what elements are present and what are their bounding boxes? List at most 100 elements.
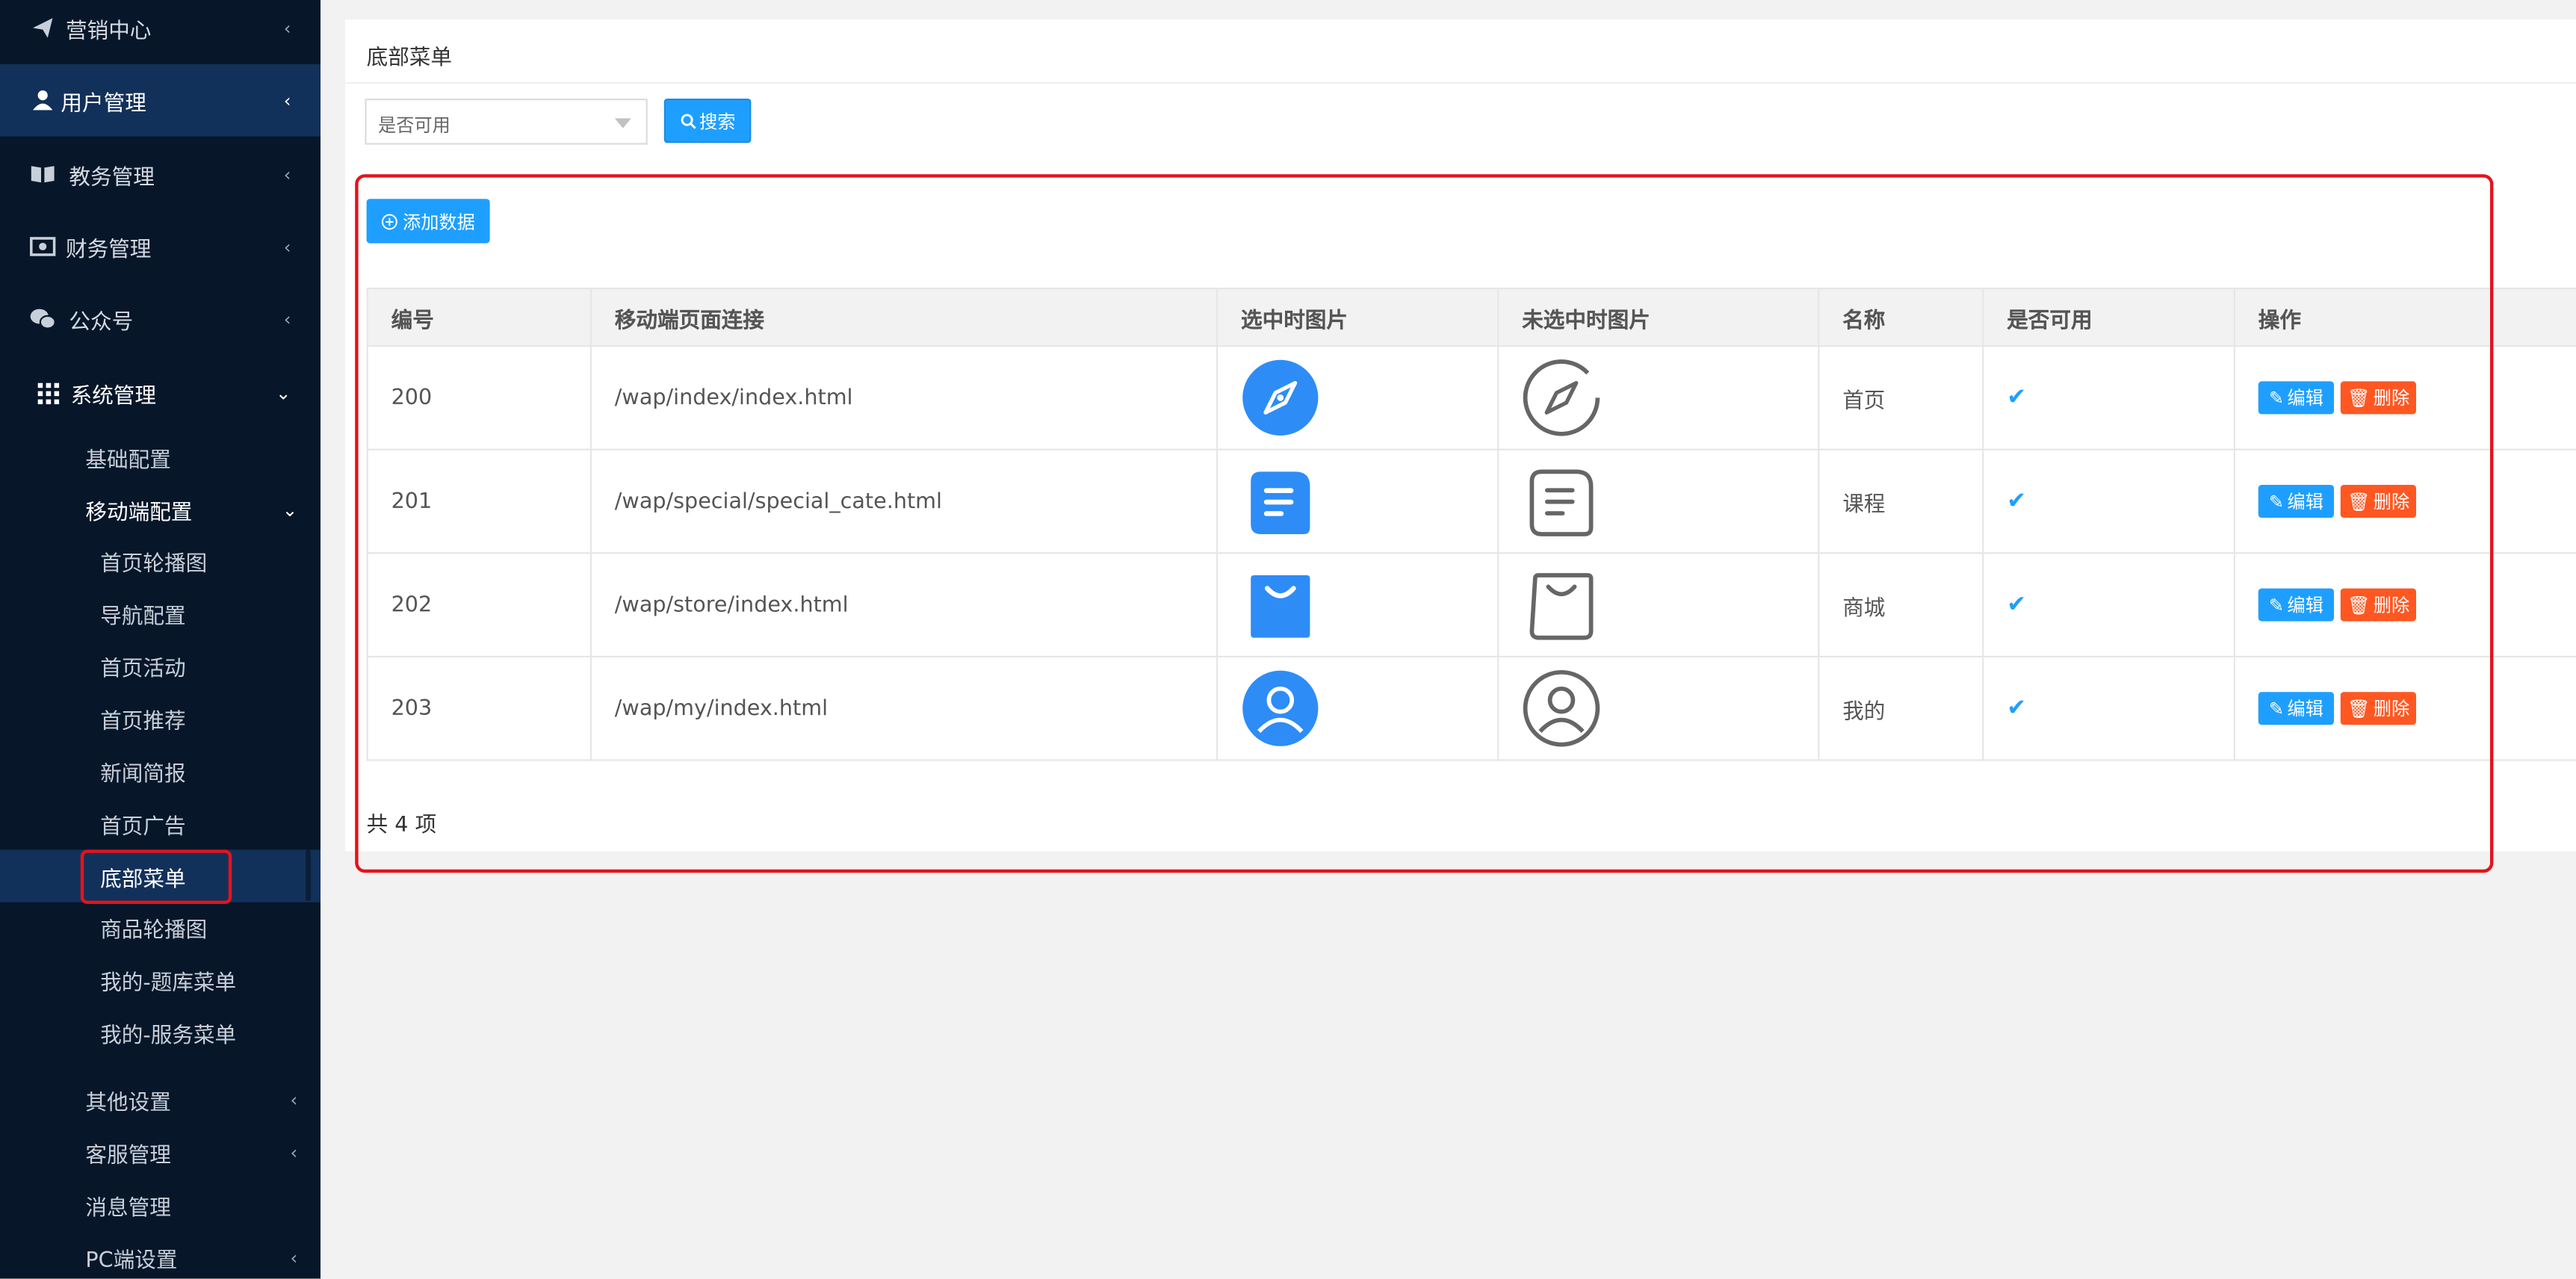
cell-name: 我的 — [1818, 655, 1984, 761]
sidebar-item-marketing[interactable]: 营销中心 ‹ — [0, 0, 321, 64]
table-row: 202 /wap/store/index.html 商城 ✔ ✎ 编辑 🗑 删除 — [366, 552, 2576, 658]
sidebar-leaf-news[interactable]: 新闻简报 — [0, 745, 321, 797]
wechat-icon — [30, 306, 56, 332]
col-header-name: 名称 — [1818, 288, 1984, 347]
sidebar-item-system[interactable]: 系统管理 ⌄ — [0, 356, 321, 429]
user-outline-icon — [1523, 669, 1600, 747]
highlight-box-sidebar — [80, 849, 232, 904]
cell-name: 商城 — [1818, 552, 1984, 658]
search-button[interactable]: 搜索 — [663, 99, 752, 143]
sidebar-item-customer-service[interactable]: 客服管理 ‹ — [0, 1127, 321, 1177]
edit-button[interactable]: ✎ 编辑 — [2258, 692, 2334, 725]
sidebar-item-pc-settings[interactable]: PC端设置 ‹ — [0, 1233, 321, 1279]
user-icon — [30, 87, 56, 114]
cell-link: /wap/index/index.html — [589, 345, 1219, 450]
sidebar-item-basic-config[interactable]: 基础配置 — [0, 433, 321, 482]
sidebar-item-wechat[interactable]: 公众号 ‹ — [0, 282, 321, 355]
chevron-left-icon: ‹ — [290, 1246, 298, 1269]
add-data-button[interactable]: 添加数据 — [366, 199, 490, 244]
col-header-link: 移动端页面连接 — [589, 288, 1219, 347]
chevron-left-icon: ‹ — [283, 235, 291, 258]
pencil-icon: ✎ — [2268, 594, 2285, 616]
trash-icon: 🗑 — [2347, 697, 2371, 719]
sidebar-item-messages[interactable]: 消息管理 — [0, 1180, 321, 1230]
trash-icon: 🗑 — [2347, 594, 2371, 616]
page-title: 底部菜单 — [366, 46, 453, 71]
table-row: 201 /wap/special/special_cate.html 课程 ✔ … — [366, 448, 2576, 554]
pencil-icon: ✎ — [2268, 490, 2285, 512]
trash-icon: 🗑 — [2347, 490, 2371, 512]
col-header-unselected-image: 未选中时图片 — [1497, 288, 1820, 347]
chevron-left-icon: ‹ — [283, 163, 291, 185]
compass-icon — [1242, 359, 1319, 436]
sidebar-item-users[interactable]: 用户管理 ‹ — [0, 64, 321, 137]
chevron-left-icon: ‹ — [283, 308, 291, 330]
sidebar-item-other-settings[interactable]: 其他设置 ‹ — [0, 1075, 321, 1124]
total-count: 共 4 项 — [366, 814, 437, 838]
sidebar-leaf-home-activity[interactable]: 首页活动 — [0, 640, 321, 692]
table-row: 200 /wap/index/index.html 首页 ✔ ✎ 编辑 🗑 删除 — [366, 345, 2576, 450]
cell-id: 203 — [366, 655, 592, 761]
trash-icon: 🗑 — [2347, 387, 2371, 409]
bag-icon — [1251, 575, 1310, 638]
cell-id: 202 — [366, 552, 592, 658]
sidebar-leaf-home-recommend[interactable]: 首页推荐 — [0, 692, 321, 744]
sidebar: 营销中心 ‹ 用户管理 ‹ 教务管理 ‹ 财务管理 ‹ 公众号 ‹ 系统管理 ⌄ — [0, 0, 321, 1279]
search-icon — [680, 113, 696, 128]
delete-button[interactable]: 🗑 删除 — [2340, 485, 2416, 518]
chevron-down-icon: ⌄ — [282, 498, 298, 521]
cell-name: 首页 — [1818, 345, 1984, 450]
col-header-id: 编号 — [366, 288, 592, 347]
page-header: 底部菜单 — [345, 19, 2576, 84]
check-icon: ✔ — [2007, 384, 2027, 411]
check-icon: ✔ — [2007, 488, 2027, 515]
sidebar-leaf-goods-banner[interactable]: 商品轮播图 — [0, 901, 321, 953]
cell-name: 课程 — [1818, 448, 1984, 554]
chevron-left-icon: ‹ — [290, 1141, 298, 1163]
sidebar-item-finance[interactable]: 财务管理 ‹ — [0, 211, 321, 283]
cell-link: /wap/store/index.html — [589, 552, 1219, 658]
chevron-left-icon: ‹ — [283, 89, 291, 111]
money-icon — [30, 233, 56, 259]
col-header-selected-image: 选中时图片 — [1216, 288, 1499, 347]
table-row: 203 /wap/my/index.html 我的 ✔ ✎ 编辑 🗑 删除 — [366, 655, 2576, 761]
sidebar-item-mobile-config[interactable]: 移动端配置 ⌄ — [0, 485, 321, 534]
grid-icon — [34, 380, 61, 406]
col-header-actions: 操作 — [2233, 288, 2576, 347]
paper-plane-icon — [30, 15, 56, 41]
table-header-row: 编号 移动端页面连接 选中时图片 未选中时图片 名称 是否可用 操作 — [366, 288, 2576, 347]
selection-rail — [306, 849, 311, 901]
cell-link: /wap/my/index.html — [589, 655, 1219, 761]
sidebar-leaf-nav-config[interactable]: 导航配置 — [0, 586, 321, 639]
cell-id: 201 — [366, 448, 592, 554]
user-icon — [1242, 670, 1319, 746]
document-icon — [1251, 471, 1310, 534]
edit-button[interactable]: ✎ 编辑 — [2258, 485, 2334, 518]
edit-button[interactable]: ✎ 编辑 — [2258, 588, 2334, 622]
sidebar-leaf-home-ads[interactable]: 首页广告 — [0, 797, 321, 849]
col-header-enabled: 是否可用 — [1982, 288, 2236, 347]
caret-down-icon — [614, 118, 631, 128]
chevron-down-icon: ⌄ — [276, 382, 291, 404]
delete-button[interactable]: 🗑 删除 — [2340, 588, 2416, 622]
cell-id: 200 — [366, 345, 592, 450]
edit-button[interactable]: ✎ 编辑 — [2258, 381, 2334, 415]
sidebar-item-academic[interactable]: 教务管理 ‹ — [0, 138, 321, 211]
data-table: 编号 移动端页面连接 选中时图片 未选中时图片 名称 是否可用 操作 200 /… — [366, 288, 2576, 761]
document-outline-icon — [1529, 469, 1594, 536]
cell-link: /wap/special/special_cate.html — [589, 448, 1219, 554]
chevron-left-icon: ‹ — [283, 17, 291, 39]
availability-select[interactable]: 是否可用 — [365, 99, 648, 145]
check-icon: ✔ — [2007, 592, 2027, 619]
book-icon — [30, 161, 56, 188]
bag-outline-icon — [1529, 573, 1594, 640]
main-panel: 底部菜单 是否可用 搜索 添加数据 编号 移动端页面连接 选中时图片 未选中时图… — [345, 19, 2576, 852]
sidebar-leaf-question-menu[interactable]: 我的-题库菜单 — [0, 953, 321, 1006]
sidebar-leaf-home-banner[interactable]: 首页轮播图 — [0, 534, 321, 586]
sidebar-leaf-service-menu[interactable]: 我的-服务菜单 — [0, 1006, 321, 1058]
delete-button[interactable]: 🗑 删除 — [2340, 692, 2416, 725]
plus-circle-icon — [381, 213, 397, 229]
compass-outline-icon — [1523, 359, 1600, 436]
pencil-icon: ✎ — [2268, 387, 2285, 409]
delete-button[interactable]: 🗑 删除 — [2340, 381, 2416, 415]
